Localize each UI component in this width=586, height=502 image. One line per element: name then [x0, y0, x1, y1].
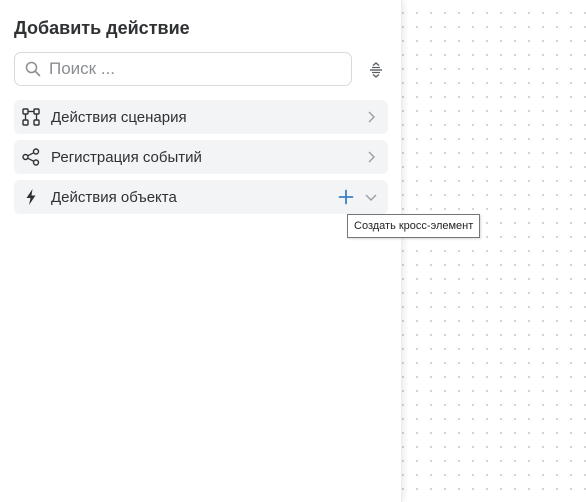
chevron-down-icon[interactable] — [364, 190, 378, 204]
add-cross-element-button[interactable] — [338, 189, 354, 205]
group-label: Действия объекта — [51, 188, 177, 206]
group-object-actions[interactable]: Действия объекта — [14, 180, 388, 214]
chevron-right-icon — [368, 151, 375, 163]
group-label: Регистрация событий — [51, 148, 202, 166]
search-icon — [25, 61, 41, 77]
flow-nodes-icon — [22, 108, 40, 126]
group-event-registration[interactable]: Регистрация событий — [14, 140, 388, 174]
panel-title: Добавить действие — [14, 18, 190, 38]
add-action-panel: Добавить действие Поиск ... Действия сце… — [0, 0, 402, 502]
tooltip: Создать кросс-элемент — [347, 214, 481, 238]
group-label: Действия сценария — [51, 108, 187, 126]
search-input[interactable] — [49, 59, 329, 79]
chevron-right-icon — [368, 111, 375, 123]
sort-collapse-icon — [370, 62, 382, 78]
share-nodes-icon — [22, 148, 40, 166]
collapse-all-button[interactable] — [366, 60, 386, 80]
search-box[interactable] — [14, 52, 352, 86]
group-scenario-actions[interactable]: Действия сценария — [14, 100, 388, 134]
lightning-icon — [22, 188, 40, 206]
